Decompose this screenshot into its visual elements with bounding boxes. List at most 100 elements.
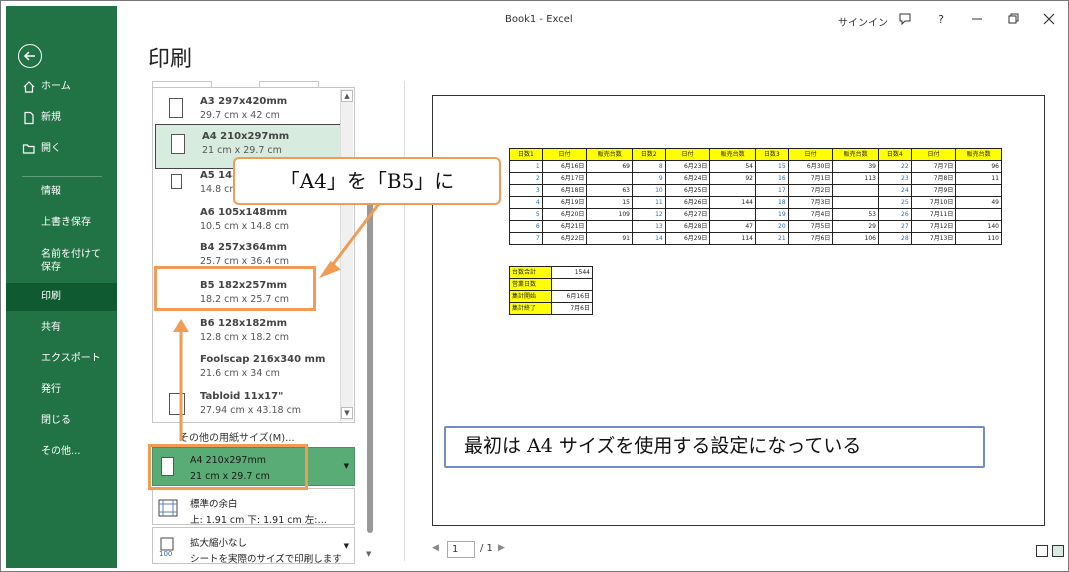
preview-header-cell: 日付 — [541, 148, 588, 161]
preview-cell: 7月2日 — [787, 184, 834, 197]
preview-cell: 6月18日 — [541, 184, 588, 197]
minimize-icon[interactable] — [969, 11, 985, 27]
preview-header-cell: 販売台数 — [955, 148, 1002, 161]
nav-share[interactable]: 共有 — [6, 314, 117, 342]
preview-cell: 6月20日 — [541, 208, 588, 221]
paper-list-scrollbar[interactable]: ▲ ▼ — [340, 89, 353, 421]
preview-cell: 6月21日 — [541, 220, 588, 233]
nav-save[interactable]: 上書き保存 — [6, 209, 117, 237]
scroll-up-icon[interactable]: ▲ — [341, 90, 353, 102]
paper-name: B6 128x182mm — [200, 318, 288, 329]
preview-data-table: 日数1 日付 販売台数 日数2 日付 販売台数 日数3 日付 販売台数 日数4 日付 販売台数 1 6月1… — [509, 148, 1002, 245]
preview-cell: 7月7日 — [910, 160, 957, 173]
preview-row: 7 6月22日 91 14 6月29日 114 21 7月6日 106 28 7月13日 110 — [509, 232, 1002, 245]
nav-info[interactable]: 情報 — [6, 178, 117, 206]
preview-cell: 29 — [832, 220, 879, 233]
preview-cell: 8 — [631, 160, 666, 173]
sign-in-link[interactable]: サインイン — [838, 14, 888, 29]
nav-new[interactable]: 新規 — [6, 104, 117, 132]
previous-page-icon[interactable]: ◀ — [432, 543, 439, 553]
preview-cell: 6月29日 — [664, 232, 711, 245]
callout-change-size: 「A4」を「B5」に — [233, 157, 501, 205]
preview-cell: 110 — [955, 232, 1002, 245]
preview-cell: 7月1日 — [787, 172, 834, 185]
preview-cell: 6月22日 — [541, 232, 588, 245]
preview-cell — [955, 208, 1002, 221]
nav-home[interactable]: ホーム — [6, 73, 117, 101]
margins-icon — [158, 499, 178, 517]
nav-save-as[interactable]: 名前を付けて保存 — [6, 247, 117, 277]
preview-cell: 6月28日 — [664, 220, 711, 233]
show-margins-icon[interactable] — [1036, 545, 1048, 557]
preview-cell: 16 — [754, 172, 789, 185]
paper-icon — [169, 393, 185, 415]
paper-name: Foolscap 216x340 mm — [200, 354, 326, 365]
paper-dims: 21.6 cm x 34 cm — [200, 368, 280, 379]
scroll-down-icon[interactable]: ▼ — [341, 407, 353, 419]
feedback-icon[interactable] — [897, 11, 913, 27]
preview-cell: 6月16日 — [541, 160, 588, 173]
window-title: Book1 - Excel — [505, 14, 573, 25]
nav-export[interactable]: エクスポート — [6, 345, 117, 373]
settings-scroll-down-icon[interactable]: ▼ — [366, 550, 371, 558]
nav-close[interactable]: 閉じる — [6, 407, 117, 435]
preview-cell: 39 — [832, 160, 879, 173]
summary-label: 集計終了 — [509, 302, 552, 315]
summary-value — [550, 278, 594, 291]
preview-cell: 5 — [509, 208, 543, 221]
nav-publish[interactable]: 発行 — [6, 376, 117, 404]
paper-size-list[interactable]: A3 297x420mm 29.7 cm x 42 cm A4 210x297m… — [152, 87, 355, 423]
nav-print[interactable]: 印刷 — [6, 283, 117, 311]
preview-cell: 12 — [631, 208, 666, 221]
preview-cell: 1 — [509, 160, 543, 173]
preview-cell: 27 — [877, 220, 912, 233]
paper-dims: 21 cm x 29.7 cm — [202, 145, 282, 156]
paper-dims: 10.5 cm x 14.8 cm — [200, 221, 289, 232]
preview-cell: 7月10日 — [910, 196, 957, 209]
nav-more[interactable]: その他... — [6, 438, 117, 466]
summary-value: 7月6日 — [550, 302, 594, 315]
preview-cell: 11 — [955, 172, 1002, 185]
preview-cell: 7月6日 — [787, 232, 834, 245]
back-arrow-icon — [23, 51, 35, 61]
preview-cell: 20 — [754, 220, 789, 233]
preview-cell: 22 — [877, 160, 912, 173]
b5-highlight-box — [154, 266, 316, 311]
backstage-sidebar: ホーム 新規 開く 情報 上書き保存 名前を付けて保存 印刷 共有 エクスポート… — [6, 6, 117, 568]
close-icon[interactable] — [1041, 11, 1057, 27]
nav-publish-label: 発行 — [41, 384, 61, 395]
preview-cell: 11 — [631, 196, 666, 209]
preview-cell — [586, 172, 633, 185]
nav-open[interactable]: 開く — [6, 135, 117, 163]
margins-dropdown[interactable]: 標準の余白 上: 1.91 cm 下: 1.91 cm 左:… — [152, 488, 355, 526]
settings-scrollbar-thumb[interactable] — [367, 179, 373, 533]
preview-row: 1 6月16日 69 8 6月23日 54 15 6月30日 39 22 7月7日 96 — [509, 160, 1002, 173]
preview-cell: 7月13日 — [910, 232, 957, 245]
preview-cell: 53 — [832, 208, 879, 221]
preview-cell: 63 — [586, 184, 633, 197]
preview-summary-table: 台数合計 1544 営業日数 集計開始 6月16日 集計終了 7月6日 — [509, 266, 594, 315]
preview-cell — [709, 208, 756, 221]
summary-row: 集計終了 7月6日 — [509, 302, 594, 315]
more-paper-sizes-link[interactable]: その他の用紙サイズ(M)... — [179, 429, 295, 444]
paper-icon — [169, 98, 183, 118]
zoom-to-page-icon[interactable] — [1052, 545, 1064, 557]
page-number-input[interactable]: 1 — [447, 541, 475, 558]
preview-cell: 6月17日 — [541, 172, 588, 185]
paper-dims: 29.7 cm x 42 cm — [200, 110, 280, 121]
back-button[interactable] — [18, 44, 42, 68]
preview-cell: 6月27日 — [664, 208, 711, 221]
chevron-down-icon: ▼ — [343, 462, 349, 470]
preview-row: 5 6月20日 109 12 6月27日 19 7月4日 53 26 7月11日 — [509, 208, 1002, 221]
nav-share-label: 共有 — [41, 322, 61, 333]
next-page-icon[interactable]: ▶ — [498, 543, 505, 553]
title-bar: Book1 - Excel サインイン ? — [117, 6, 1065, 32]
paper-item-tabloid[interactable]: Tabloid 11x17" 27.94 cm x 43.18 cm — [153, 383, 339, 422]
scaling-dropdown[interactable]: 100 拡大縮小なし シートを実際のサイズで印刷します ▼ — [152, 527, 355, 565]
preview-cell — [955, 184, 1002, 197]
preview-cell: 23 — [877, 172, 912, 185]
help-icon[interactable]: ? — [933, 13, 949, 29]
summary-row: 営業日数 — [509, 278, 594, 291]
paper-icon — [171, 134, 185, 154]
restore-icon[interactable] — [1005, 11, 1021, 27]
